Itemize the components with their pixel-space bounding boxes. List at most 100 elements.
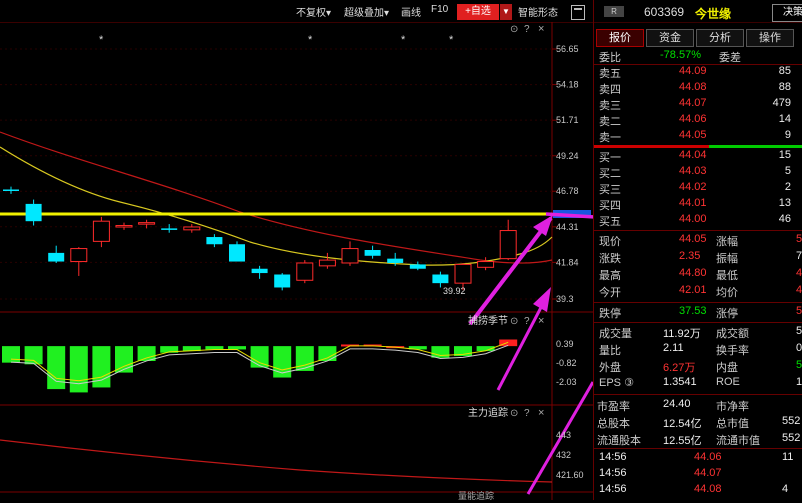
candle-body[interactable] <box>3 189 19 191</box>
help-icon[interactable]: ? <box>524 316 530 327</box>
candle-body[interactable] <box>161 228 178 230</box>
weibi-value: -78.57% <box>660 49 701 61</box>
ind1-title: 捕捞季节 <box>468 314 508 327</box>
ask-volume: 88 <box>778 81 791 93</box>
ind2-red-line <box>0 439 553 483</box>
candle-body[interactable] <box>318 259 336 267</box>
add-watchlist-button[interactable]: +自选 <box>457 4 499 20</box>
event-marker[interactable]: * <box>449 34 454 46</box>
ask-row: 卖三 44.07 479 <box>594 96 802 112</box>
decision-button[interactable]: 决策 <box>772 4 802 22</box>
tab-funds[interactable]: 资金 <box>646 29 694 47</box>
price-tick-label: 54.18 <box>556 80 579 90</box>
fund-stat-label: 流通股本 <box>597 435 641 447</box>
price-tick-label: 41.84 <box>556 257 579 267</box>
ask-label: 卖四 <box>599 84 621 96</box>
stock-name: 今世缘 <box>695 7 732 21</box>
ind1-bar <box>295 346 314 371</box>
vol-stat-label: 成交量 <box>599 328 632 340</box>
ind1-bar <box>2 346 20 363</box>
overlay-menu[interactable]: 超级叠加▾ <box>344 4 389 19</box>
vol-stat-value: 1.3541 <box>663 376 697 388</box>
draw-line-button[interactable]: 画线 <box>401 4 421 19</box>
candle-body[interactable] <box>92 220 110 242</box>
candle-body[interactable] <box>48 252 65 262</box>
settings-icon[interactable]: ⊙ <box>510 408 518 419</box>
stat-label: 均价 <box>716 287 738 299</box>
tab-analysis[interactable]: 分析 <box>696 29 744 47</box>
candle-body[interactable] <box>454 263 472 284</box>
market-badge: R <box>604 6 624 17</box>
ask-price: 44.09 <box>679 65 707 77</box>
stat-value: 44.80 <box>679 267 707 279</box>
bid-label: 买四 <box>599 200 621 212</box>
stat-value: 4 <box>796 284 802 296</box>
kline-chart[interactable]: 56.65 54.18 51.71 49.24 46.78 44.31 41.84 39.3 *… <box>0 22 713 501</box>
ask-label: 卖三 <box>599 100 621 112</box>
window-toggle-icon[interactable] <box>571 5 585 20</box>
bid-price: 44.00 <box>679 213 707 225</box>
ask-price: 44.08 <box>679 81 707 93</box>
tick-price: 44.07 <box>694 467 722 479</box>
candle-body[interactable] <box>274 274 291 288</box>
candle-body[interactable] <box>251 268 268 274</box>
stat-row: 今开 42.01 均价 4 <box>594 283 802 299</box>
fund-stat-value: 24.40 <box>663 398 691 410</box>
bid-volume: 5 <box>784 165 791 177</box>
candle-body[interactable] <box>183 226 201 231</box>
settings-icon[interactable]: ⊙ <box>510 24 518 35</box>
tick-time: 14:56 <box>599 483 627 495</box>
ind2-tick-label: 432 <box>556 450 571 460</box>
bid-row: 买二 44.03 5 <box>594 164 802 180</box>
close-icon[interactable]: × <box>538 407 544 419</box>
candle-body[interactable] <box>296 262 314 281</box>
candle-body[interactable] <box>70 248 88 263</box>
event-marker[interactable]: * <box>401 34 406 46</box>
ind1-bar <box>318 346 337 361</box>
candle-body[interactable] <box>229 244 245 262</box>
f10-button[interactable]: F10 <box>431 4 448 15</box>
candle-body[interactable] <box>206 237 223 245</box>
ask-label: 卖五 <box>599 68 621 80</box>
candle-body[interactable] <box>364 250 381 256</box>
candle-body[interactable] <box>387 258 404 263</box>
candle-body[interactable] <box>432 274 449 284</box>
weibi-row: 委比 -78.57% 委差 <box>594 48 802 64</box>
candle-body[interactable] <box>477 261 495 268</box>
fund-stat-label: 总股本 <box>597 418 630 430</box>
chart-area[interactable]: 56.65 54.18 51.71 49.24 46.78 44.31 41.84 39.3 *… <box>0 22 713 501</box>
candle-body[interactable] <box>499 230 517 260</box>
weibi-label: 委比 <box>599 52 621 64</box>
ind1-bar <box>205 346 224 350</box>
tab-quote[interactable]: 报价 <box>596 29 644 47</box>
event-marker[interactable]: * <box>308 34 313 46</box>
stat-value: 4 <box>796 267 802 279</box>
candle-body[interactable] <box>138 222 156 225</box>
close-icon[interactable]: × <box>538 315 544 327</box>
help-icon[interactable]: ? <box>524 24 530 35</box>
event-marker[interactable]: * <box>99 34 104 46</box>
fund-stat-value: 552 <box>782 415 801 427</box>
watchlist-dropdown-icon[interactable]: ▼ <box>500 4 512 20</box>
bid-row: 买四 44.01 13 <box>594 196 802 212</box>
close-icon[interactable]: × <box>538 23 544 35</box>
help-icon[interactable]: ? <box>524 408 530 419</box>
tick-time: 14:56 <box>599 467 627 479</box>
price-tick-label: 51.71 <box>556 115 579 125</box>
fund-stat-label: 市盈率 <box>597 401 630 413</box>
stat-value: 5 <box>796 233 802 245</box>
price-tick-label: 56.65 <box>556 44 579 54</box>
tab-operate[interactable]: 操作 <box>746 29 794 47</box>
smart-pattern-button[interactable]: 智能形态 <box>518 4 558 19</box>
candle-body[interactable] <box>409 264 426 269</box>
candle-body[interactable] <box>341 248 359 264</box>
candle-body[interactable] <box>115 225 133 228</box>
stat-row: 现价 44.05 涨幅 5 <box>594 232 802 248</box>
vol-stat-label: 量比 <box>599 345 621 357</box>
adjust-menu[interactable]: 不复权▾ <box>296 4 331 19</box>
settings-icon[interactable]: ⊙ <box>510 316 518 327</box>
ask-label: 卖二 <box>599 116 621 128</box>
stat-label: 涨幅 <box>716 236 738 248</box>
candle-body[interactable] <box>25 203 42 222</box>
weicha-label: 委差 <box>719 52 741 64</box>
